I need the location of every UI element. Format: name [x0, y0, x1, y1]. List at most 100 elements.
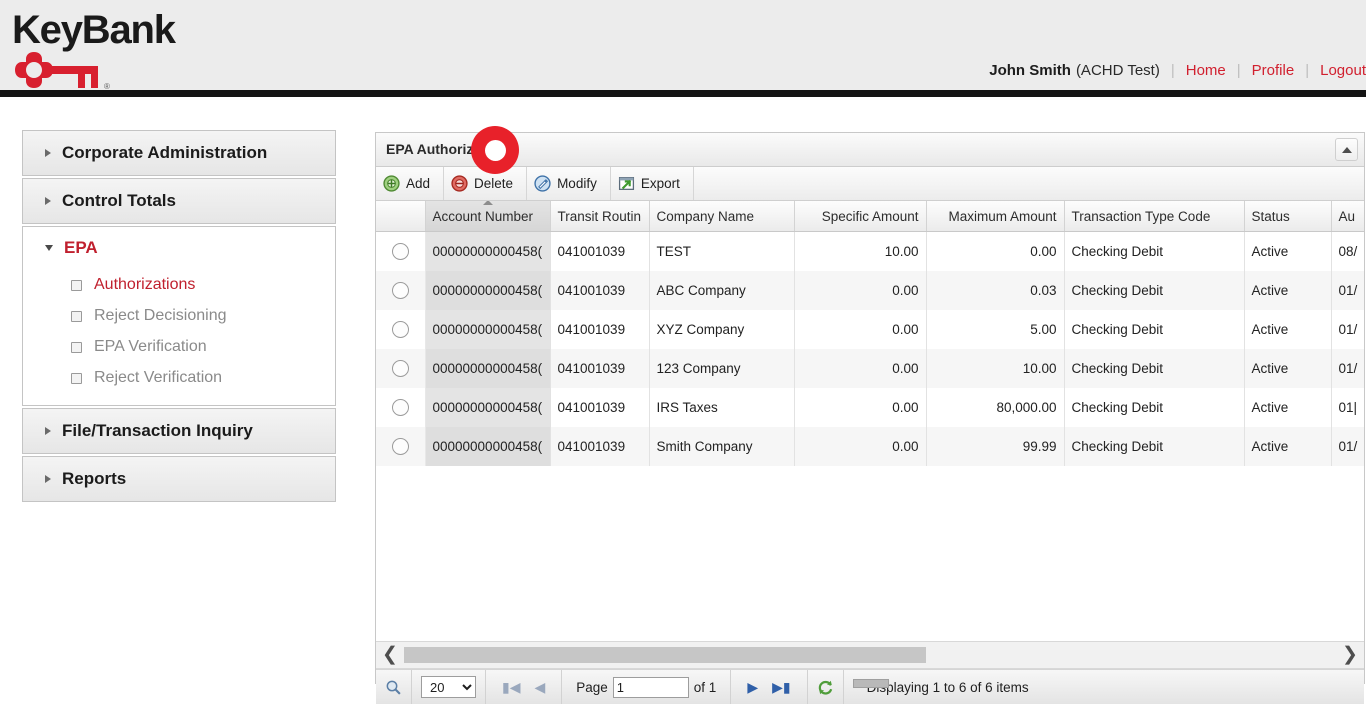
table-row[interactable]: 00000000000458( 041001039 Smith Company … — [376, 427, 1364, 466]
chevron-up-icon — [1342, 147, 1352, 153]
authorizations-grid: Account Number Transit Routin Company Na… — [376, 201, 1364, 641]
page-nav-next-last[interactable]: ▶ ▶▮ — [731, 670, 807, 704]
first-page-icon[interactable]: ▮◀ — [495, 679, 527, 696]
scroll-left-icon[interactable]: ❮ — [376, 645, 404, 665]
cell-company-name: IRS Taxes — [649, 388, 794, 427]
table-body: 00000000000458( 041001039 TEST 10.00 0.0… — [376, 232, 1364, 467]
cell-authorization-date: 01/ — [1331, 427, 1364, 466]
scrollbar-track[interactable] — [404, 647, 1336, 663]
table-row[interactable]: 00000000000458( 041001039 123 Company 0.… — [376, 349, 1364, 388]
scroll-right-icon[interactable]: ❯ — [1336, 645, 1364, 665]
column-header-status[interactable]: Status — [1244, 201, 1331, 232]
export-button[interactable]: Export — [611, 167, 694, 200]
cell-transit-routing: 041001039 — [550, 388, 649, 427]
cell-transit-routing: 041001039 — [550, 232, 649, 272]
column-header-specific-amount[interactable]: Specific Amount — [794, 201, 926, 232]
sidebar-item-corporate-administration[interactable]: Corporate Administration — [23, 131, 335, 175]
search-button[interactable] — [376, 670, 412, 704]
cell-specific-amount: 0.00 — [794, 427, 926, 466]
chevron-right-icon — [45, 475, 51, 483]
cell-maximum-amount: 10.00 — [926, 349, 1064, 388]
table-row[interactable]: 00000000000458( 041001039 XYZ Company 0.… — [376, 310, 1364, 349]
scrollbar-thumb[interactable] — [404, 647, 926, 663]
cell-status: Active — [1244, 271, 1331, 310]
row-select-cell[interactable] — [376, 388, 425, 427]
table-row[interactable]: 00000000000458( 041001039 TEST 10.00 0.0… — [376, 232, 1364, 272]
cell-company-name: TEST — [649, 232, 794, 272]
panel-title-bar: EPA Authorizations — [376, 133, 1364, 167]
row-select-cell[interactable] — [376, 232, 425, 272]
add-button[interactable]: Add — [376, 167, 444, 200]
header-divider: | — [1305, 62, 1309, 79]
prev-page-icon[interactable]: ◀ — [527, 679, 552, 696]
modify-button[interactable]: Modify — [527, 167, 611, 200]
cell-authorization-date: 08/ — [1331, 232, 1364, 272]
column-header-authorization-date[interactable]: Au — [1331, 201, 1364, 232]
page-size-cell[interactable]: 20 50 100 — [412, 670, 486, 704]
refresh-icon — [817, 679, 834, 696]
cell-maximum-amount: 0.00 — [926, 232, 1064, 272]
panel-collapse-button[interactable] — [1335, 138, 1358, 161]
sidebar-item-epa-verification[interactable]: EPA Verification — [23, 331, 335, 362]
sidebar-item-authorizations[interactable]: Authorizations — [23, 269, 335, 300]
next-page-icon[interactable]: ▶ — [740, 679, 765, 696]
page-number-input[interactable] — [613, 677, 689, 698]
cell-transit-routing: 041001039 — [550, 271, 649, 310]
row-select-cell[interactable] — [376, 349, 425, 388]
column-header-transit-routing[interactable]: Transit Routin — [550, 201, 649, 232]
row-radio-button[interactable] — [392, 282, 409, 299]
logout-link[interactable]: Logout — [1320, 62, 1366, 79]
sidebar-item-file-transaction-inquiry[interactable]: File/Transaction Inquiry — [23, 409, 335, 453]
cell-account-number: 00000000000458( — [425, 349, 550, 388]
table-row[interactable]: 00000000000458( 041001039 ABC Company 0.… — [376, 271, 1364, 310]
toolbar-spacer — [694, 167, 1364, 200]
cell-transaction-type-code: Checking Debit — [1064, 232, 1244, 272]
add-button-label: Add — [406, 176, 430, 191]
page-size-select[interactable]: 20 50 100 — [421, 676, 476, 698]
row-radio-button[interactable] — [392, 438, 409, 455]
sidebar-block-file-transaction-inquiry[interactable]: File/Transaction Inquiry — [22, 408, 336, 454]
column-header-account-number[interactable]: Account Number — [425, 201, 550, 232]
row-select-cell[interactable] — [376, 271, 425, 310]
sidebar-item-reject-verification[interactable]: Reject Verification — [23, 362, 335, 393]
sidebar-block-corporate-administration[interactable]: Corporate Administration — [22, 130, 336, 176]
sidebar-item-epa[interactable]: EPA — [23, 227, 335, 269]
chevron-right-icon — [45, 197, 51, 205]
row-radio-button[interactable] — [392, 321, 409, 338]
page-number-cell[interactable]: Page of 1 — [562, 670, 731, 704]
row-radio-button[interactable] — [392, 399, 409, 416]
sidebar-subitem-label: Reject Verification — [94, 369, 222, 387]
last-page-icon[interactable]: ▶▮ — [765, 679, 797, 696]
sidebar-block-epa[interactable]: EPA Authorizations Reject Decisioning EP… — [22, 226, 336, 406]
page-nav-first-prev[interactable]: ▮◀ ◀ — [486, 670, 562, 704]
column-header-company-name[interactable]: Company Name — [649, 201, 794, 232]
row-select-cell[interactable] — [376, 427, 425, 466]
row-radio-button[interactable] — [392, 243, 409, 260]
cell-status: Active — [1244, 232, 1331, 272]
column-header-maximum-amount[interactable]: Maximum Amount — [926, 201, 1064, 232]
row-radio-button[interactable] — [392, 360, 409, 377]
brand-wordmark: KeyBank — [12, 8, 175, 52]
sidebar-item-reports[interactable]: Reports — [23, 457, 335, 501]
cell-transit-routing: 041001039 — [550, 310, 649, 349]
keybank-logo: KeyBank ® — [8, 6, 238, 90]
sidebar-item-reject-decisioning[interactable]: Reject Decisioning — [23, 300, 335, 331]
cell-status: Active — [1244, 349, 1331, 388]
refresh-button[interactable] — [808, 670, 844, 704]
sidebar-block-control-totals[interactable]: Control Totals — [22, 178, 336, 224]
horizontal-scrollbar[interactable]: ❮ ❯ — [376, 641, 1364, 669]
table-row[interactable]: 00000000000458( 041001039 IRS Taxes 0.00… — [376, 388, 1364, 427]
sidebar-item-label: File/Transaction Inquiry — [62, 421, 253, 441]
home-link[interactable]: Home — [1186, 62, 1226, 79]
row-select-cell[interactable] — [376, 310, 425, 349]
panel-resize-handle[interactable] — [853, 679, 889, 688]
cell-company-name: 123 Company — [649, 349, 794, 388]
header-divider: | — [1171, 62, 1175, 79]
sidebar-block-reports[interactable]: Reports — [22, 456, 336, 502]
column-header-transaction-type-code[interactable]: Transaction Type Code — [1064, 201, 1244, 232]
profile-link[interactable]: Profile — [1252, 62, 1295, 79]
user-name: John Smith — [989, 62, 1071, 79]
sidebar-item-control-totals[interactable]: Control Totals — [23, 179, 335, 223]
cell-authorization-date: 01/ — [1331, 349, 1364, 388]
cell-specific-amount: 0.00 — [794, 310, 926, 349]
